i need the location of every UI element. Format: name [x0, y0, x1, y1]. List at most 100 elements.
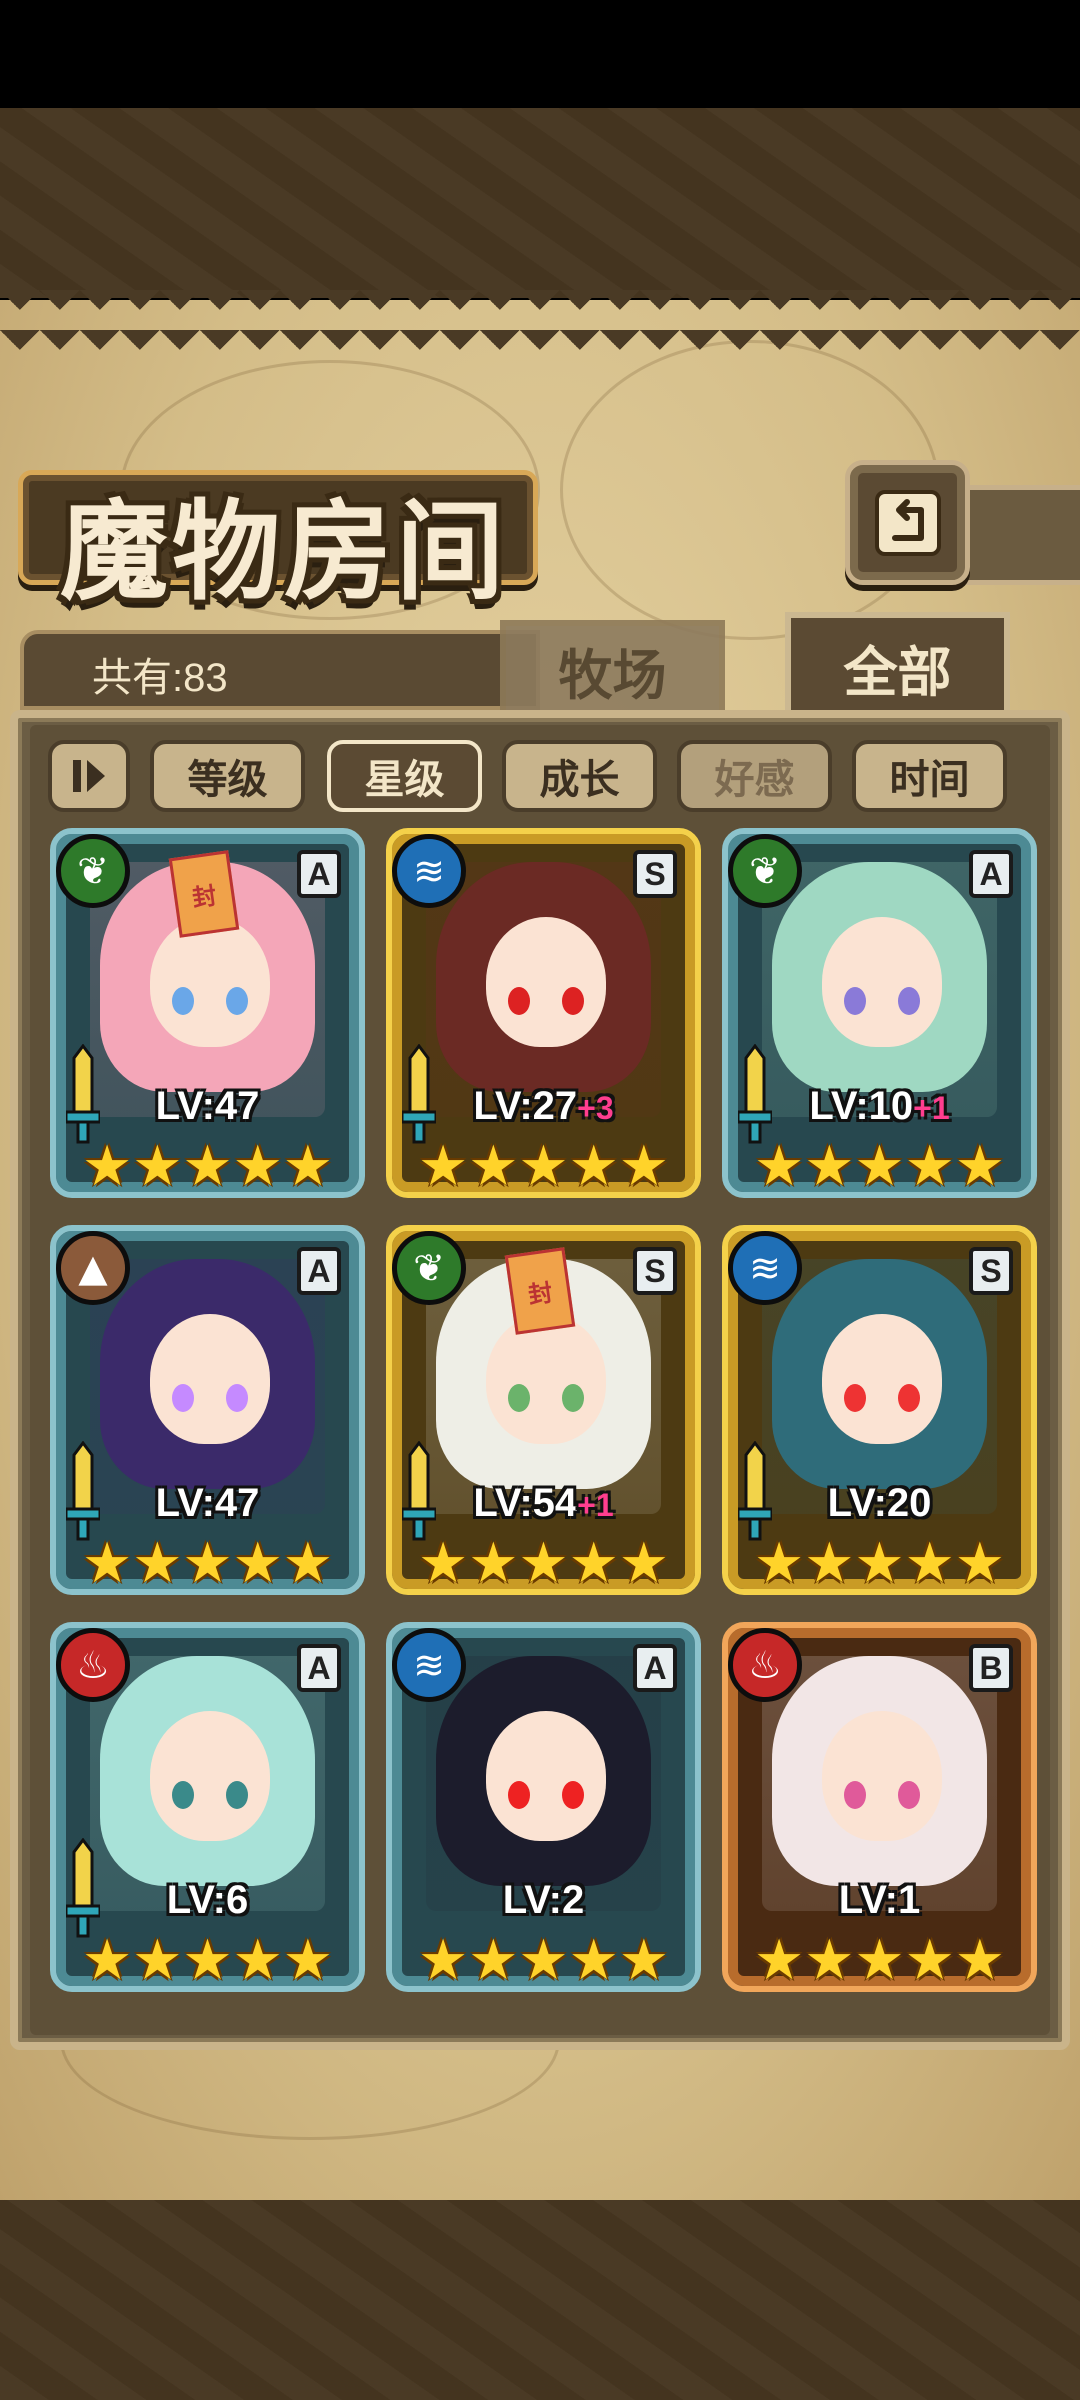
star-rating: ★★★★★	[417, 1928, 670, 1992]
star-rating: ★★★★★	[81, 1531, 334, 1595]
water-element-icon: ≋	[392, 834, 466, 908]
star-rating: ★★★★★	[417, 1531, 670, 1595]
monster-portrait	[426, 1656, 661, 1911]
star-rating: ★★★★★	[753, 1531, 1006, 1595]
rank-badge: S	[633, 1247, 677, 1295]
level-value: LV:6	[166, 1878, 249, 1922]
leaf-element-icon: ❦	[728, 834, 802, 908]
rank-badge: A	[633, 1644, 677, 1692]
leaf-element-icon: ❦	[56, 834, 130, 908]
level-value: LV:27	[473, 1084, 578, 1128]
sort-star-button[interactable]: 星级	[327, 740, 482, 812]
star-rating: ★★★★★	[81, 1134, 334, 1198]
monster-eye	[844, 987, 866, 1015]
tab-all[interactable]: 全部	[785, 612, 1010, 722]
monster-card[interactable]: ▲ A LV:47 ★★★★★	[50, 1225, 365, 1595]
level-label: LV:2	[392, 1878, 695, 1923]
sort-toggle-button[interactable]	[48, 740, 130, 812]
torn-edge-top	[0, 290, 1080, 350]
monster-eye	[898, 1384, 920, 1412]
rank-badge: A	[969, 850, 1013, 898]
rank-badge: S	[633, 850, 677, 898]
monster-face	[486, 917, 606, 1047]
monster-face	[150, 1314, 270, 1444]
monster-portrait	[90, 1656, 325, 1911]
monster-eye	[226, 1781, 248, 1809]
monster-portrait	[762, 1259, 997, 1514]
level-value: LV:54	[473, 1481, 578, 1525]
level-label: LV:20	[728, 1481, 1031, 1526]
back-button[interactable]	[845, 460, 970, 585]
monster-eye	[172, 1781, 194, 1809]
monster-card[interactable]: ≋ A LV:2 ★★★★★	[386, 1622, 701, 1992]
sort-toggle-icon	[73, 760, 105, 792]
monster-card[interactable]: ≋ S LV:20 ★★★★★	[722, 1225, 1037, 1595]
water-element-icon: ≋	[728, 1231, 802, 1305]
monster-eye	[844, 1781, 866, 1809]
monster-eye	[508, 1384, 530, 1412]
level-bonus: +1	[913, 1090, 950, 1126]
level-value: LV:47	[155, 1084, 260, 1128]
back-rail	[960, 485, 1080, 585]
monster-card[interactable]: ≋ S LV:27+3 ★★★★★	[386, 828, 701, 1198]
monster-eye	[226, 987, 248, 1015]
level-label: LV:1	[728, 1878, 1031, 1923]
monster-card[interactable]: 封 ❦ S LV:54+1 ★★★★★	[386, 1225, 701, 1595]
rank-badge: A	[297, 1644, 341, 1692]
monster-eye	[508, 987, 530, 1015]
earth-element-icon: ▲	[56, 1231, 130, 1305]
monster-eye	[172, 987, 194, 1015]
monster-eye	[562, 1781, 584, 1809]
rank-badge: A	[297, 850, 341, 898]
monster-card[interactable]: ♨ A LV:6 ★★★★★	[50, 1622, 365, 1992]
seal-talisman: 封	[168, 850, 240, 938]
sort-time-button[interactable]: 时间	[852, 740, 1007, 812]
background-map-bottom	[0, 2200, 1080, 2400]
level-value: LV:2	[502, 1878, 585, 1922]
rank-badge: B	[969, 1644, 1013, 1692]
monster-eye	[898, 987, 920, 1015]
monster-card[interactable]: 封 ❦ A LV:47 ★★★★★	[50, 828, 365, 1198]
level-value: LV:1	[838, 1878, 921, 1922]
monster-portrait	[762, 1656, 997, 1911]
level-label: LV:47	[56, 1481, 359, 1526]
level-value: LV:10	[809, 1084, 914, 1128]
monster-count: 共有:83	[92, 656, 228, 700]
monster-face	[486, 1314, 606, 1444]
tab-farm[interactable]: 牧场	[500, 620, 725, 720]
back-arrow-icon	[874, 489, 941, 556]
sort-level-button[interactable]: 等级	[150, 740, 305, 812]
leaf-element-icon: ❦	[392, 1231, 466, 1305]
sort-growth-button[interactable]: 成长	[502, 740, 657, 812]
monster-face	[150, 1711, 270, 1841]
fire-element-icon: ♨	[728, 1628, 802, 1702]
monster-eye	[508, 1781, 530, 1809]
level-label: LV:6	[56, 1878, 359, 1923]
level-label: LV:10+1	[728, 1084, 1031, 1129]
monster-face	[822, 1711, 942, 1841]
star-rating: ★★★★★	[81, 1928, 334, 1992]
monster-eye	[172, 1384, 194, 1412]
monster-eye	[844, 1384, 866, 1412]
sort-affection-button[interactable]: 好感	[677, 740, 832, 812]
level-bonus: +3	[577, 1090, 614, 1126]
monster-face	[486, 1711, 606, 1841]
seal-talisman: 封	[504, 1247, 576, 1335]
level-value: LV:20	[827, 1481, 932, 1525]
fire-element-icon: ♨	[56, 1628, 130, 1702]
monster-portrait	[90, 1259, 325, 1514]
level-label: LV:27+3	[392, 1084, 695, 1129]
star-rating: ★★★★★	[753, 1928, 1006, 1992]
level-bonus: +1	[577, 1487, 614, 1523]
water-element-icon: ≋	[392, 1628, 466, 1702]
monster-face	[822, 917, 942, 1047]
background-map-top	[0, 108, 1080, 298]
monster-eye	[562, 1384, 584, 1412]
level-label: LV:54+1	[392, 1481, 695, 1526]
monster-portrait	[762, 862, 997, 1117]
monster-eye	[898, 1781, 920, 1809]
monster-card[interactable]: ♨ B LV:1 ★★★★★	[722, 1622, 1037, 1992]
monster-face	[822, 1314, 942, 1444]
level-label: LV:47	[56, 1084, 359, 1129]
monster-card[interactable]: ❦ A LV:10+1 ★★★★★	[722, 828, 1037, 1198]
